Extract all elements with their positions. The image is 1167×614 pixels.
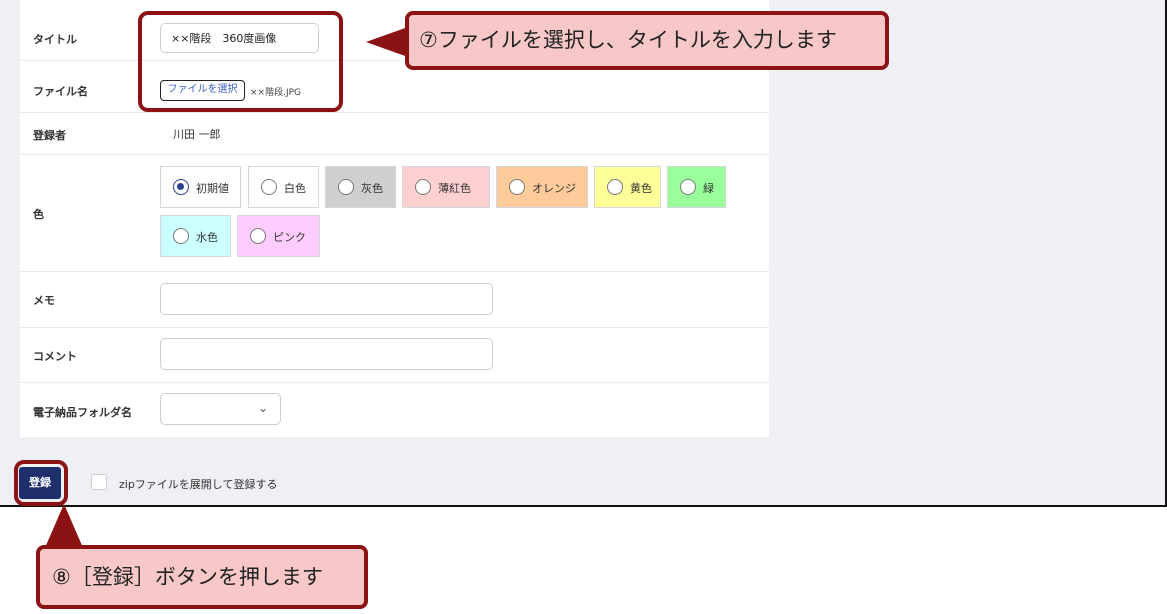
radio-icon[interactable] — [607, 179, 623, 195]
comment-label: コメント — [33, 350, 77, 363]
color-option-label: 初期値 — [196, 182, 229, 195]
color-option[interactable]: 白色 — [248, 166, 319, 208]
register-highlight-box — [14, 460, 68, 506]
title-label: タイトル — [33, 33, 77, 46]
color-option-label: オレンジ — [532, 182, 576, 195]
color-option-label: 白色 — [284, 182, 306, 195]
callout-arrow-left-icon — [366, 27, 408, 57]
color-option[interactable]: 緑 — [667, 166, 726, 208]
chevron-down-icon: ⌄ — [257, 401, 268, 415]
registrant-label: 登録者 — [33, 129, 66, 142]
zip-extract-label: zipファイルを展開して登録する — [119, 478, 278, 491]
color-option[interactable]: 水色 — [160, 215, 231, 257]
callout-step8: ⑧［登録］ボタンを押します — [36, 545, 368, 609]
color-option-label: 薄紅色 — [438, 182, 471, 195]
radio-icon[interactable] — [338, 179, 354, 195]
radio-icon[interactable] — [509, 179, 525, 195]
color-option[interactable]: 黄色 — [594, 166, 661, 208]
color-option[interactable]: 灰色 — [325, 166, 396, 208]
comment-input[interactable] — [160, 338, 493, 370]
folder-row: 電子納品フォルダ名 — [20, 382, 769, 437]
callout-step7: ⑦ファイルを選択し、タイトルを入力します — [405, 11, 889, 70]
color-option-label: 黄色 — [630, 182, 652, 195]
radio-icon[interactable] — [250, 228, 266, 244]
memo-input[interactable] — [160, 283, 493, 315]
radio-icon[interactable] — [173, 179, 189, 195]
radio-icon[interactable] — [173, 228, 189, 244]
color-option-label: 灰色 — [361, 182, 383, 195]
registrant-value: 川田 一郎 — [173, 128, 221, 141]
color-option-label: 水色 — [196, 231, 218, 244]
radio-icon[interactable] — [680, 179, 696, 195]
color-option[interactable]: 薄紅色 — [402, 166, 490, 208]
file-title-highlight-box — [138, 11, 343, 112]
registrant-row: 登録者 — [20, 112, 769, 155]
color-label: 色 — [33, 208, 44, 221]
color-option[interactable]: ピンク — [237, 215, 320, 257]
color-option[interactable]: オレンジ — [496, 166, 588, 208]
file-label: ファイル名 — [33, 85, 88, 98]
radio-icon[interactable] — [415, 179, 431, 195]
color-option-label: ピンク — [273, 231, 306, 244]
color-option-label: 緑 — [703, 182, 714, 195]
callout-arrow-up-icon — [44, 504, 84, 550]
memo-label: メモ — [33, 294, 55, 307]
folder-label: 電子納品フォルダ名 — [33, 406, 132, 419]
radio-icon[interactable] — [261, 179, 277, 195]
zip-extract-checkbox[interactable] — [91, 474, 107, 490]
folder-select[interactable]: ⌄ — [160, 393, 281, 425]
color-option[interactable]: 初期値 — [160, 166, 241, 208]
